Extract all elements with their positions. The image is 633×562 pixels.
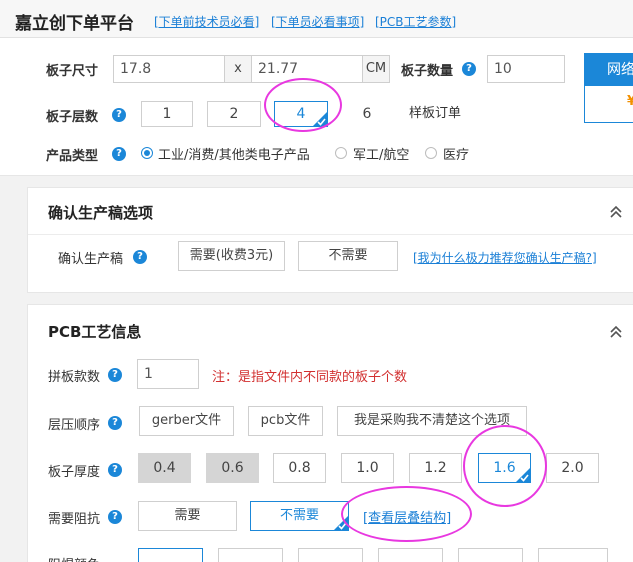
board-params-panel: 板子尺寸 17.8 x 21.77 CM 板子数量 ? 10 板子层数 ? 1 …: [0, 38, 633, 176]
layer-option-6[interactable]: 6: [340, 101, 394, 127]
thickness-2.0[interactable]: 2.0: [546, 453, 599, 483]
thickness-1.0[interactable]: 1.0: [341, 453, 394, 483]
board-height-input[interactable]: 21.77: [251, 55, 363, 83]
help-icon[interactable]: ?: [108, 510, 122, 524]
top-bar: 嘉立创下单平台 [下单前技术员必看] [下单员必看事项] [PCB工艺参数]: [0, 0, 633, 38]
stack-order-label: 层压顺序: [48, 418, 101, 433]
help-icon[interactable]: ?: [108, 463, 122, 477]
impedance-no-need-button[interactable]: 不需要: [250, 501, 349, 531]
layer-option-2[interactable]: 2: [207, 101, 261, 127]
help-icon[interactable]: ?: [112, 147, 126, 161]
mask-color-option[interactable]: [138, 548, 203, 562]
thickness-0.8[interactable]: 0.8: [273, 453, 326, 483]
board-qty-input[interactable]: 10: [487, 55, 565, 83]
panel-count-note: 注：是指文件内不同款的板子个数: [212, 370, 408, 385]
help-icon[interactable]: ?: [133, 250, 147, 264]
solder-mask-label: 阻焊颜色: [48, 554, 100, 562]
pcb-process-card: PCB工艺信息 拼板款数 ? 1 注：是指文件内不同款的板子个数 层压顺序 ? …: [27, 304, 633, 562]
network-card-title: 网络: [585, 54, 633, 86]
board-layers-label: 板子层数: [46, 110, 99, 125]
link-pcb-params[interactable]: [PCB工艺参数]: [375, 13, 456, 30]
thickness-1.6-label: 1.6: [493, 460, 516, 476]
mask-color-option[interactable]: [378, 548, 443, 562]
help-icon[interactable]: ?: [112, 108, 126, 122]
radio-industrial-label: 工业/消费/其他类电子产品: [158, 148, 310, 163]
network-card[interactable]: 网络 ¥: [584, 53, 633, 123]
mask-color-option[interactable]: [458, 548, 523, 562]
impedance-need-button[interactable]: 需要: [138, 501, 237, 531]
link-order-notes[interactable]: [下单员必看事项]: [271, 13, 364, 30]
thickness-label: 板子厚度: [48, 465, 101, 480]
price-mark: ¥: [627, 94, 633, 109]
confirm-row-label: 确认生产稿: [58, 252, 124, 267]
product-type-label: 产品类型: [46, 149, 99, 164]
check-corner-icon: [333, 515, 349, 531]
panel-count-label: 拼板款数: [48, 370, 101, 385]
confirm-card-title: 确认生产稿选项: [48, 204, 154, 222]
radio-medical-label: 医疗: [443, 148, 470, 163]
collapse-icon[interactable]: [609, 325, 623, 339]
check-corner-icon: [515, 467, 531, 483]
thickness-1.2[interactable]: 1.2: [409, 453, 462, 483]
impedance-no-need-label: 不需要: [279, 508, 319, 523]
impedance-label: 需要阻抗: [48, 512, 101, 527]
confirm-no-need-button[interactable]: 不需要: [298, 241, 398, 271]
layer-option-4-label: 4: [296, 106, 306, 122]
size-times-sign: x: [224, 55, 252, 83]
sample-order-label: 样板订单: [409, 106, 462, 121]
collapse-icon[interactable]: [609, 205, 623, 219]
mask-color-option[interactable]: [298, 548, 363, 562]
mask-color-option[interactable]: [538, 548, 608, 562]
help-icon[interactable]: ?: [108, 368, 122, 382]
stack-gerber-button[interactable]: gerber文件: [139, 406, 234, 436]
help-icon[interactable]: ?: [462, 62, 476, 76]
help-icon[interactable]: ?: [108, 416, 122, 430]
size-unit: CM: [362, 55, 390, 83]
confirm-need-button[interactable]: 需要(收费3元): [178, 241, 285, 271]
link-tech-must-read[interactable]: [下单前技术员必看]: [154, 13, 259, 30]
radio-military[interactable]: [335, 147, 347, 159]
stack-pcb-button[interactable]: pcb文件: [248, 406, 323, 436]
view-stackup-link[interactable]: [查看层叠结构]: [363, 507, 451, 526]
radio-medical[interactable]: [425, 147, 437, 159]
layer-option-1[interactable]: 1: [141, 101, 193, 127]
check-corner-icon: [312, 111, 328, 127]
pcb-card-title: PCB工艺信息: [48, 323, 142, 341]
radio-military-label: 军工/航空: [353, 148, 410, 163]
layer-option-4[interactable]: 4: [274, 101, 328, 127]
app-title: 嘉立创下单平台: [15, 14, 134, 34]
radio-industrial[interactable]: [141, 147, 153, 159]
divider: [28, 234, 633, 235]
mask-color-option[interactable]: [218, 548, 283, 562]
thickness-1.6[interactable]: 1.6: [478, 453, 531, 483]
board-size-label: 板子尺寸: [46, 64, 99, 79]
panel-count-input[interactable]: 1: [137, 359, 199, 389]
confirm-production-card: 确认生产稿选项 确认生产稿 ? 需要(收费3元) 不需要 [我为什么极力推荐您确…: [27, 187, 633, 293]
why-confirm-link[interactable]: [我为什么极力推荐您确认生产稿?]: [413, 249, 597, 266]
stack-unknown-button[interactable]: 我是采购我不清楚这个选项: [337, 406, 527, 436]
thickness-0.6[interactable]: 0.6: [206, 453, 259, 483]
thickness-0.4[interactable]: 0.4: [138, 453, 191, 483]
board-qty-label: 板子数量: [401, 64, 454, 79]
board-width-input[interactable]: 17.8: [113, 55, 225, 83]
